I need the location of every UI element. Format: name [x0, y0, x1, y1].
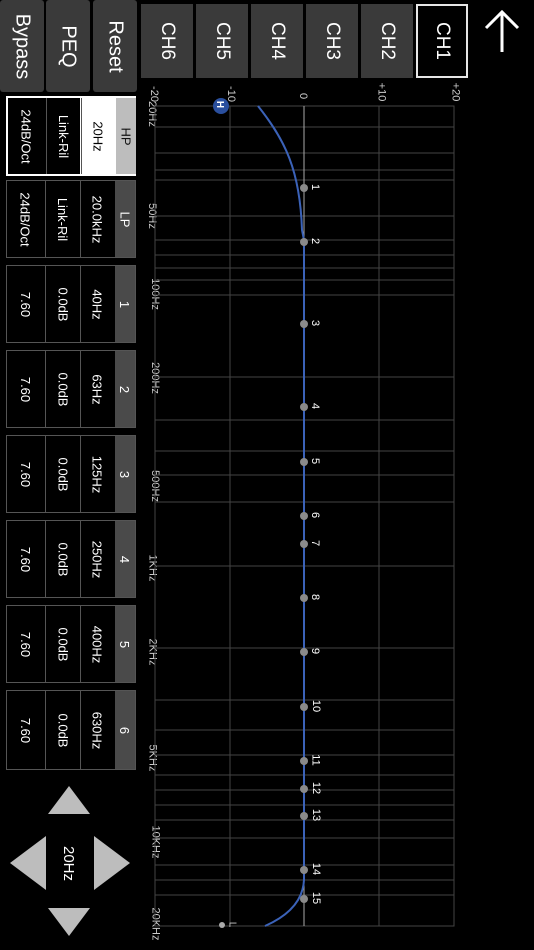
band-header: 2 — [117, 385, 133, 393]
eq-point-label: 11 — [309, 754, 322, 766]
band-q: 7.60 — [18, 546, 33, 572]
eq-point-label: 14 — [310, 862, 323, 876]
band-frequency: 125Hz — [89, 455, 105, 493]
high-pass-marker-label[interactable]: H — [214, 99, 225, 110]
band-gain: 0.0dB — [55, 372, 71, 406]
band-header: 3 — [117, 470, 133, 478]
eq-point-label: 7 — [309, 539, 322, 547]
band-slope: 24dB/Oct — [18, 191, 34, 247]
band-frequency: 250Hz — [89, 540, 105, 578]
band-slope: 24dB/Oct — [19, 108, 35, 164]
nav-down-arrow-icon[interactable] — [48, 908, 90, 936]
eq-point-label: 9 — [309, 647, 322, 655]
band-panel-5[interactable]: 5 400Hz 0.0dB 7.60 — [6, 605, 136, 683]
band-frequency: 400Hz — [89, 625, 105, 663]
band-frequency: 63Hz — [89, 373, 105, 405]
band-panel-1[interactable]: 1 40Hz 0.0dB 7.60 — [6, 265, 136, 343]
nav-left-arrow-icon[interactable] — [10, 836, 46, 890]
band-frequency: 630Hz — [89, 711, 105, 749]
band-header: 5 — [117, 640, 133, 648]
band-q: 7.60 — [18, 631, 33, 657]
nav-right-arrow-icon[interactable] — [94, 836, 130, 890]
eq-point-label: 2 — [309, 237, 322, 245]
band-panel-6[interactable]: 6 630Hz 0.0dB 7.60 — [6, 690, 136, 770]
band-frequency: 20Hz — [90, 120, 106, 152]
band-frequency: 20.0kHz — [89, 195, 105, 243]
band-panel-hp[interactable]: HP 20Hz Link-Ril 24dB/Oct — [6, 96, 136, 176]
eq-points — [219, 184, 308, 928]
band-q: 7.60 — [18, 461, 33, 487]
eq-point-label: 3 — [309, 319, 322, 327]
band-gain: 0.0dB — [55, 627, 71, 661]
band-gain: 0.0dB — [55, 713, 71, 747]
eq-point-label: 8 — [309, 593, 322, 601]
band-q: 7.60 — [18, 376, 33, 402]
eq-point-label: 10 — [310, 699, 323, 713]
band-gain: 0.0dB — [55, 542, 71, 576]
band-panel-4[interactable]: 4 250Hz 0.0dB 7.60 — [6, 520, 136, 598]
band-q: 7.60 — [18, 717, 33, 743]
band-header: 4 — [117, 555, 133, 563]
band-header: HP — [118, 126, 134, 146]
eq-point-label: 5 — [309, 457, 322, 465]
band-header: 6 — [117, 726, 133, 734]
band-gain: 0.0dB — [55, 457, 71, 491]
low-pass-marker-label[interactable]: L — [226, 919, 237, 930]
band-header: LP — [117, 211, 133, 227]
band-panel-3[interactable]: 3 125Hz 0.0dB 7.60 — [6, 435, 136, 513]
band-filter-type: Link-Ril — [55, 197, 71, 241]
band-filter-type: Link-Ril — [56, 114, 72, 158]
nav-value: 20Hz — [60, 845, 78, 881]
band-panel-lp[interactable]: LP 20.0kHz Link-Ril 24dB/Oct — [6, 180, 136, 258]
eq-curve — [257, 105, 305, 927]
eq-point-label: 6 — [309, 511, 322, 519]
eq-point-label: 15 — [310, 891, 323, 905]
eq-point-label: 4 — [309, 402, 322, 410]
band-header: 1 — [117, 300, 133, 308]
band-gain: 0.0dB — [55, 287, 71, 321]
nav-up-arrow-icon[interactable] — [48, 786, 90, 814]
band-frequency: 40Hz — [89, 288, 105, 320]
eq-point-label: 12 — [310, 781, 323, 795]
band-panel-2[interactable]: 2 63Hz 0.0dB 7.60 — [6, 350, 136, 428]
band-q: 7.60 — [18, 291, 33, 317]
eq-point-label: 13 — [310, 808, 323, 822]
eq-point-label: 1 — [309, 183, 322, 191]
